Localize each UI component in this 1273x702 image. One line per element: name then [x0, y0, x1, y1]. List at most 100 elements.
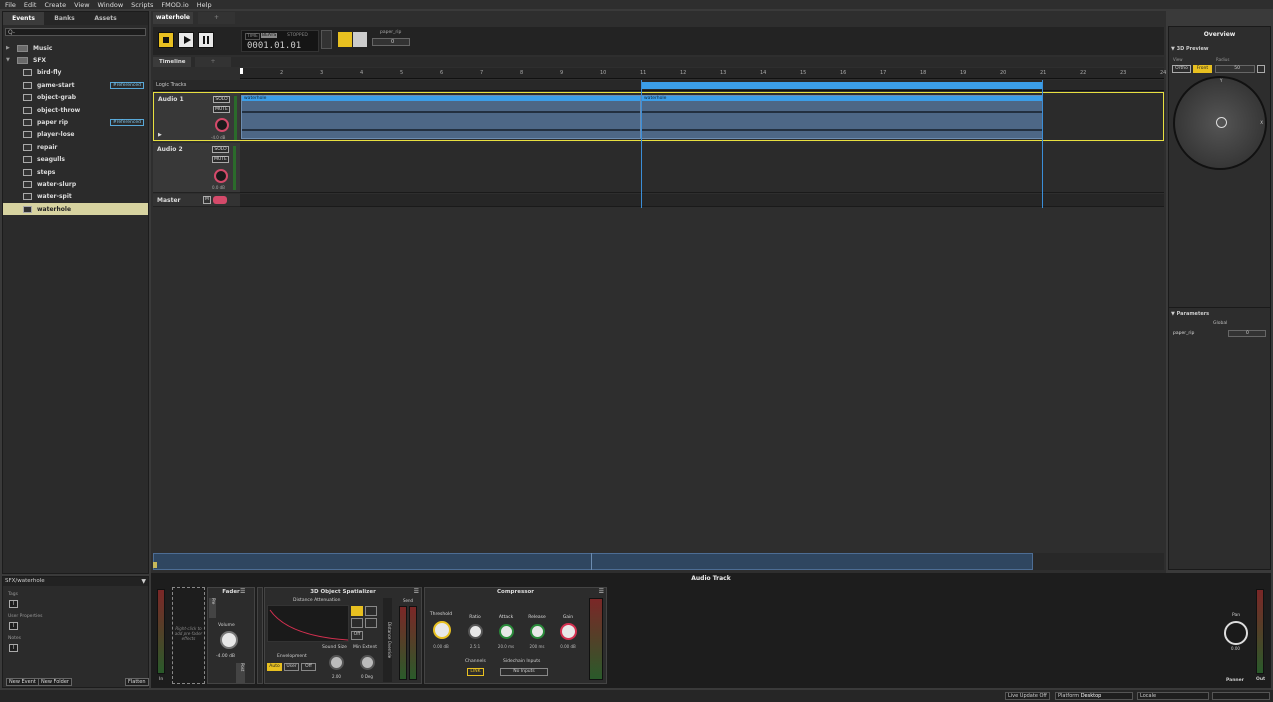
- event-item[interactable]: paper rip #referenced: [3, 116, 148, 128]
- event-item[interactable]: waterhole: [3, 203, 148, 216]
- event-item[interactable]: game-start #referenced: [3, 79, 148, 91]
- beats-mode-toggle[interactable]: BEATS: [261, 33, 278, 38]
- attack-knob[interactable]: [499, 624, 514, 639]
- mute-button[interactable]: MUTE: [213, 106, 230, 113]
- event-item[interactable]: object-grab: [3, 92, 148, 104]
- tab-events[interactable]: Events: [3, 12, 44, 25]
- menu-icon[interactable]: ☰: [240, 588, 245, 595]
- add-parameter-tab-button[interactable]: +: [195, 57, 231, 67]
- volume-knob[interactable]: [214, 169, 228, 183]
- volume-knob[interactable]: [215, 118, 229, 132]
- sound-size-knob[interactable]: [329, 655, 344, 670]
- distance-override-label[interactable]: Distance Override: [383, 598, 392, 682]
- track-header-master[interactable]: Master M: [153, 194, 240, 207]
- menu-scripts[interactable]: Scripts: [131, 1, 153, 9]
- solo-button[interactable]: SOLO: [212, 146, 229, 153]
- parameters-section-header[interactable]: ▼ Parameters: [1171, 311, 1209, 317]
- gain-knob[interactable]: [560, 623, 577, 640]
- release-knob[interactable]: [530, 624, 545, 639]
- folder-item[interactable]: ▶ Music: [3, 42, 148, 54]
- new-event-button[interactable]: New Event: [6, 678, 39, 686]
- master-volume-knob[interactable]: [213, 196, 227, 204]
- new-tab-button[interactable]: +: [198, 12, 235, 24]
- menu-create[interactable]: Create: [44, 1, 66, 9]
- notes-add-button[interactable]: I: [9, 644, 18, 652]
- master-mute-button[interactable]: M: [203, 196, 211, 204]
- tab-banks[interactable]: Banks: [44, 12, 85, 25]
- param-row-value[interactable]: 0: [1228, 330, 1266, 337]
- pan-knob[interactable]: [1224, 621, 1248, 645]
- search-input[interactable]: Q-: [5, 28, 146, 36]
- flatten-button[interactable]: Flatten: [125, 678, 149, 686]
- live-update-toggle[interactable]: Live Update Off: [1005, 692, 1050, 700]
- sidechain-inputs-dropdown[interactable]: No Inputs: [500, 668, 548, 676]
- track-header-audio-1[interactable]: Audio 1 SOLO MUTE -4.0 dB ▶: [153, 92, 240, 141]
- curve-custom-button[interactable]: [365, 618, 377, 628]
- loop-toggle[interactable]: [321, 30, 332, 49]
- menu-fmodio[interactable]: FMOD.io: [161, 1, 188, 9]
- event-item[interactable]: water-slurp: [3, 178, 148, 190]
- menu-icon[interactable]: ☰: [414, 588, 419, 595]
- loop-region[interactable]: [641, 82, 1043, 89]
- solo-button[interactable]: SOLO: [213, 96, 230, 103]
- pause-button[interactable]: [198, 32, 214, 48]
- lock-icon[interactable]: [1257, 65, 1265, 73]
- track-lane-audio-1[interactable]: waterhole waterhole: [240, 92, 1164, 141]
- track-header-audio-2[interactable]: Audio 2 SOLO MUTE 0.0 dB: [153, 143, 240, 193]
- event-item[interactable]: repair: [3, 141, 148, 153]
- timeline-ruler[interactable]: 123456789101112131415161718192021222324: [240, 68, 1166, 79]
- timeline-overview-scrollbar[interactable]: [153, 553, 1164, 570]
- platform-dropdown[interactable]: Platform Desktop: [1055, 692, 1133, 700]
- curve-inverse-button[interactable]: [351, 618, 363, 628]
- tab-timeline[interactable]: Timeline: [153, 57, 191, 67]
- menu-edit[interactable]: Edit: [24, 1, 37, 9]
- radius-field[interactable]: 50: [1215, 65, 1255, 73]
- envelopment-off-button[interactable]: Off: [301, 663, 316, 671]
- signal-chain-handle[interactable]: [257, 587, 263, 684]
- locale-dropdown[interactable]: Locale: [1137, 692, 1209, 700]
- tab-assets[interactable]: Assets: [85, 12, 126, 25]
- 3d-preview-panner[interactable]: Y X: [1173, 76, 1267, 170]
- curve-off-button[interactable]: Off: [351, 631, 363, 640]
- envelopment-auto-button[interactable]: Auto: [267, 663, 282, 671]
- scroll-thumb[interactable]: [153, 553, 1033, 570]
- envelopment-user-button[interactable]: User: [284, 663, 299, 671]
- time-display[interactable]: TIME BEATS STOPPED 0001.01.01: [241, 30, 319, 52]
- event-item[interactable]: water-spit: [3, 191, 148, 203]
- ratio-knob[interactable]: [468, 624, 483, 639]
- play-button[interactable]: [178, 32, 194, 48]
- param-value-field[interactable]: 0: [372, 38, 410, 46]
- event-item[interactable]: steps: [3, 166, 148, 178]
- list-view-icon[interactable]: [338, 32, 352, 47]
- mute-button[interactable]: MUTE: [212, 156, 229, 163]
- front-button[interactable]: Front: [1193, 65, 1212, 73]
- menu-file[interactable]: File: [5, 1, 16, 9]
- link-button[interactable]: LINK: [467, 668, 484, 676]
- tags-add-button[interactable]: I: [9, 600, 18, 608]
- threshold-knob[interactable]: [433, 621, 451, 639]
- audio-region[interactable]: waterhole: [241, 95, 641, 139]
- menu-view[interactable]: View: [74, 1, 89, 9]
- pre-fader-drop-zone[interactable]: Right-click to add pre-fader effects: [172, 587, 205, 684]
- attenuation-curve[interactable]: [267, 605, 349, 642]
- listener-position[interactable]: [1216, 117, 1227, 128]
- new-folder-button[interactable]: New Folder: [38, 678, 72, 686]
- curve-linear-button[interactable]: [351, 606, 363, 616]
- time-mode-toggle[interactable]: TIME: [245, 33, 260, 40]
- stop-button[interactable]: [158, 32, 174, 48]
- event-item[interactable]: bird-fly: [3, 67, 148, 79]
- menu-window[interactable]: Window: [98, 1, 124, 9]
- menu-icon[interactable]: ☰: [599, 588, 604, 595]
- expand-arrow-icon[interactable]: ▼: [6, 57, 10, 63]
- chevron-down-icon[interactable]: ▼: [141, 578, 146, 585]
- menu-help[interactable]: Help: [197, 1, 212, 9]
- expand-arrow-icon[interactable]: ▶: [6, 45, 10, 51]
- audio-region[interactable]: waterhole: [641, 95, 1043, 139]
- curve-squared-button[interactable]: [365, 606, 377, 616]
- ortho-button[interactable]: Ortho: [1172, 65, 1191, 73]
- folder-item[interactable]: ▼ SFX: [3, 54, 148, 66]
- volume-knob[interactable]: [220, 631, 238, 649]
- user-properties-add-button[interactable]: I: [9, 622, 18, 630]
- track-lane-audio-2[interactable]: [240, 143, 1164, 193]
- mixer-view-icon[interactable]: [353, 32, 367, 47]
